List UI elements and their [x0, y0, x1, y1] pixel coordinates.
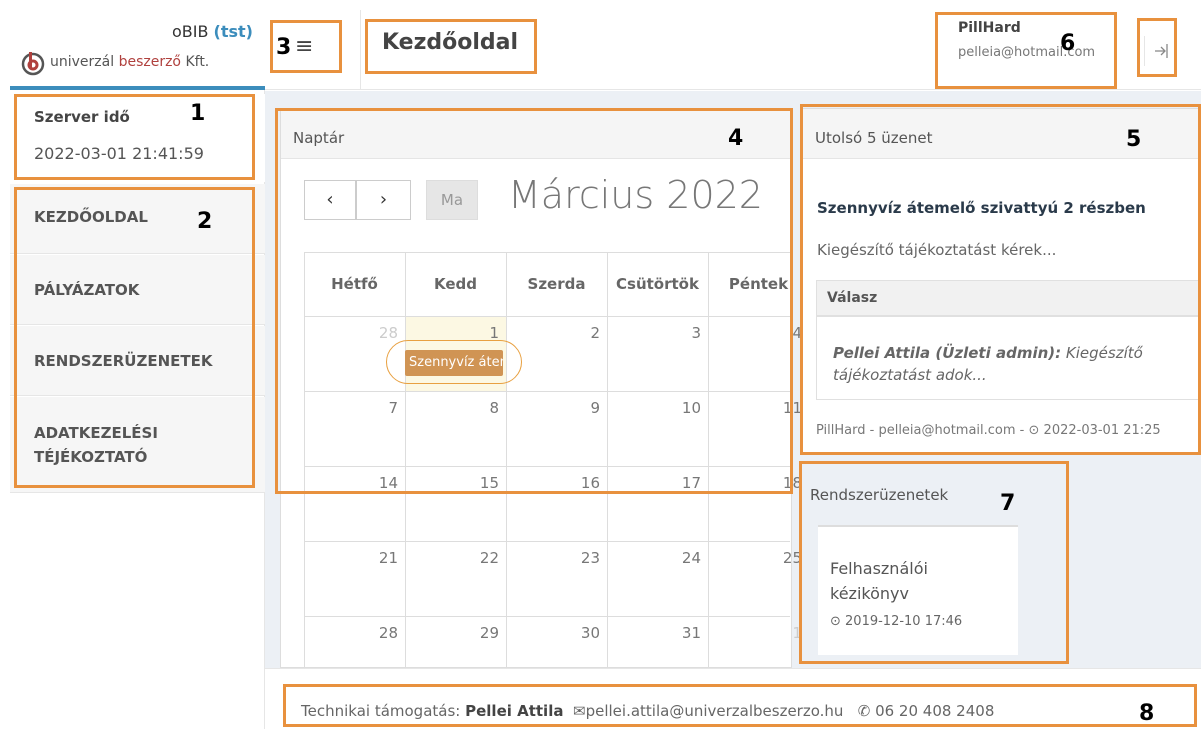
annotation-box-6 [935, 12, 1117, 89]
calendar-day[interactable]: 31 [607, 624, 701, 642]
calendar-day[interactable]: 28 [304, 624, 398, 642]
annotation-number-4: 4 [728, 126, 744, 151]
calendar-day[interactable]: 24 [607, 549, 701, 567]
logo-icon [21, 52, 45, 76]
brand-name: oBIB (tst) [171, 22, 253, 41]
annotation-box-1 [14, 94, 255, 180]
calendar-day[interactable]: 29 [405, 624, 499, 642]
calendar-day[interactable]: 22 [405, 549, 499, 567]
calendar-day[interactable]: 1 [708, 624, 802, 642]
annotation-number-7: 7 [1000, 491, 1016, 516]
calendar-day[interactable]: 30 [506, 624, 600, 642]
annotation-number-3: 3 [276, 35, 292, 60]
logo-area[interactable]: oBIB (tst) univerzál beszerző Kft. [10, 10, 265, 90]
annotation-number-5: 5 [1126, 127, 1142, 152]
annotation-box-5 [800, 104, 1201, 455]
annotation-number-1: 1 [190, 101, 206, 126]
calendar-day[interactable]: 25 [708, 549, 802, 567]
annotation-number-8: 8 [1139, 701, 1155, 726]
annotation-box-3b [365, 19, 537, 74]
event-highlight [386, 340, 522, 384]
annotation-number-2: 2 [197, 209, 213, 234]
calendar-day[interactable]: 21 [304, 549, 398, 567]
annotation-box-8 [283, 684, 1197, 727]
annotation-box-6b [1137, 18, 1177, 77]
logo-text: univerzál beszerző Kft. [50, 54, 210, 70]
calendar-day[interactable]: 23 [506, 549, 600, 567]
annotation-number-6: 6 [1060, 31, 1076, 56]
annotation-box-7 [799, 461, 1069, 664]
annotation-box-2 [14, 187, 255, 488]
annotation-box-4 [275, 108, 793, 494]
